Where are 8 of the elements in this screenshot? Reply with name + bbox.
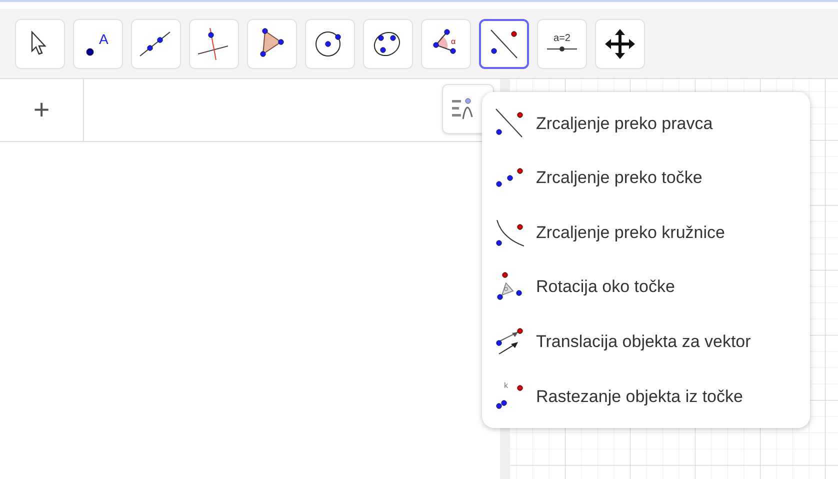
menu-item[interactable]: k Rastezanje objekta iz točke [482,368,810,424]
menu-item[interactable]: Translacija objekta za vektor [482,314,810,369]
menu-item[interactable]: Rotacija oko točke [482,260,810,314]
tool-button[interactable] [479,18,529,68]
menu-item[interactable]: Zrcaljenje preko pravca [482,96,810,151]
add-button[interactable]: + [0,79,84,141]
menu-item[interactable]: Zrcaljenje preko točke [482,150,810,206]
menu-item[interactable]: Zrcaljenje preko kružnice [482,205,810,260]
